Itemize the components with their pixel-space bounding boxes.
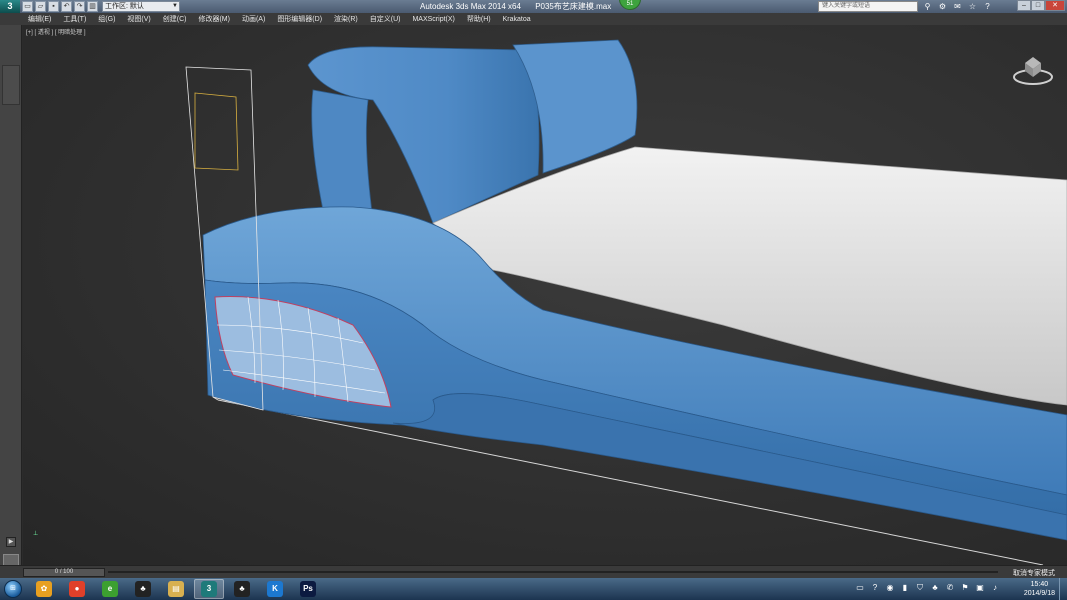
menu-create[interactable]: 创建(C) xyxy=(157,14,193,24)
headboard-side-panel xyxy=(311,89,374,221)
menu-views[interactable]: 视图(V) xyxy=(121,14,156,24)
taskbar-app-button[interactable]: K xyxy=(260,579,290,599)
panel-tab[interactable] xyxy=(2,65,20,105)
project-folder-icon[interactable]: ▥ xyxy=(87,1,98,12)
expert-mode-status[interactable]: 取消专家模式 xyxy=(1013,568,1055,578)
menu-modifiers[interactable]: 修改器(M) xyxy=(192,14,236,24)
wechat-tray-icon[interactable]: ✆ xyxy=(945,582,955,594)
menu-animation[interactable]: 动画(A) xyxy=(236,14,271,24)
monitor-icon[interactable]: ▣ xyxy=(975,582,985,594)
undo-icon[interactable]: ↶ xyxy=(61,1,72,12)
app-title: Autodesk 3ds Max 2014 x64 xyxy=(420,2,521,11)
menu-graph-editors[interactable]: 图形编辑器(D) xyxy=(271,14,328,24)
menu-group[interactable]: 组(G) xyxy=(92,14,121,24)
show-desktop-button[interactable] xyxy=(1059,578,1067,600)
reference-plane-outline xyxy=(194,92,239,171)
viewcube-gizmo[interactable] xyxy=(1011,47,1055,87)
communication-icon[interactable]: ✉ xyxy=(952,1,963,12)
notification-badge[interactable]: 51 xyxy=(619,0,641,10)
taskbar-app-button[interactable]: ✿ xyxy=(29,579,59,599)
maximize-button[interactable]: □ xyxy=(1031,0,1045,11)
play-icon[interactable]: ▶ xyxy=(6,537,16,547)
kugou-icon: K xyxy=(267,581,283,597)
menu-maxscript[interactable]: MAXScript(X) xyxy=(406,16,460,23)
taskbar-app-button[interactable]: ● xyxy=(62,579,92,599)
battery-icon[interactable]: ▮ xyxy=(900,582,910,594)
bed-model-render xyxy=(185,39,1067,565)
flag-icon[interactable]: ⚑ xyxy=(960,582,970,594)
frame-counter[interactable]: 0 / 100 xyxy=(23,568,105,577)
file-name: P035布艺床建模.max xyxy=(535,2,612,11)
ie-icon: e xyxy=(102,581,118,597)
system-clock[interactable]: 15:40 2014/9/18 xyxy=(1024,580,1055,598)
search-input[interactable]: 键入关键字或短语 xyxy=(818,1,918,12)
windows-taskbar: ⊞ ✿ ● e ♣ ▤ 3 ♣ K Ps ▭ ? ◉ ▮ ⛉ ♣ ✆ ⚑ ▣ ♪ 15:40 2… xyxy=(0,578,1067,600)
qq-penguin-icon-2: ♣ xyxy=(234,581,250,597)
taskbar-app-button[interactable]: ♣ xyxy=(128,579,158,599)
taskbar-app-button[interactable]: ♣ xyxy=(227,579,257,599)
app-logo-icon[interactable]: 3 xyxy=(0,0,20,13)
3dsmax-icon: 3 xyxy=(201,581,217,597)
clock-date: 2014/9/18 xyxy=(1023,590,1055,597)
new-file-icon[interactable]: ▭ xyxy=(22,1,33,12)
system-tray: ▭ ? ◉ ▮ ⛉ ♣ ✆ ⚑ ▣ ♪ xyxy=(855,582,1000,594)
axis-tripod-icon: ⊥ xyxy=(33,531,39,537)
window-title: Autodesk 3ds Max 2014 x64 P035布艺床建模.max xyxy=(420,1,611,12)
open-file-icon[interactable]: ▱ xyxy=(35,1,46,12)
clock-time: 15:40 xyxy=(1030,581,1049,588)
menu-krakatoa[interactable]: Krakatoa xyxy=(497,16,537,23)
shield-icon[interactable]: ⛉ xyxy=(915,582,925,594)
menu-tools[interactable]: 工具(T) xyxy=(57,14,92,24)
chevron-down-icon: ▼ xyxy=(172,3,178,9)
taskbar-app-button[interactable]: ▤ xyxy=(161,579,191,599)
redo-icon[interactable]: ↷ xyxy=(74,1,85,12)
workspace-dropdown[interactable]: 工作区: 默认 ▼ xyxy=(102,1,180,12)
explorer-folder-icon: ▤ xyxy=(168,581,184,597)
left-toolbar-strip: ▶ xyxy=(0,25,22,578)
menu-customize[interactable]: 自定义(U) xyxy=(364,14,407,24)
taskbar-app-button[interactable]: e xyxy=(95,579,125,599)
menu-bar: 编辑(E) 工具(T) 组(G) 视图(V) 创建(C) 修改器(M) 动画(A… xyxy=(0,13,1067,25)
taskbar-app-button[interactable]: 3 xyxy=(194,579,224,599)
binoculars-icon[interactable]: ⚲ xyxy=(922,1,933,12)
start-button[interactable]: ⊞ xyxy=(0,578,26,600)
volume-icon[interactable]: ♪ xyxy=(990,582,1000,594)
windows-logo-icon: ⊞ xyxy=(4,580,22,598)
menu-rendering[interactable]: 渲染(R) xyxy=(328,14,364,24)
pinwheel-app-icon: ✿ xyxy=(36,581,52,597)
save-icon[interactable]: ▪ xyxy=(48,1,59,12)
workspace-label: 工作区: 默认 xyxy=(105,3,144,10)
browser-icon: ● xyxy=(69,581,85,597)
qq-tray-icon[interactable]: ♣ xyxy=(930,582,940,594)
taskbar-app-button[interactable]: Ps xyxy=(293,579,323,599)
time-slider[interactable] xyxy=(108,571,998,573)
qq-penguin-icon: ♣ xyxy=(135,581,151,597)
minimize-button[interactable]: – xyxy=(1017,0,1031,11)
favorites-star-icon[interactable]: ☆ xyxy=(967,1,978,12)
perspective-viewport[interactable]: [+] [ 透视 ] [ 明暗处理 ] ⊥ xyxy=(23,25,1067,565)
menu-help[interactable]: 帮助(H) xyxy=(461,14,497,24)
help-icon[interactable]: ? xyxy=(982,1,993,12)
close-button[interactable]: ✕ xyxy=(1045,0,1065,11)
subscription-icon[interactable]: ⚙ xyxy=(937,1,948,12)
photoshop-icon: Ps xyxy=(300,581,316,597)
menu-edit[interactable]: 编辑(E) xyxy=(22,14,57,24)
help-tray-icon[interactable]: ? xyxy=(870,582,880,594)
network-tray-icon[interactable]: ◉ xyxy=(885,582,895,594)
keyboard-icon[interactable]: ▭ xyxy=(855,582,865,594)
timeline-bar: 0 / 100 取消专家模式 xyxy=(0,565,1067,578)
title-bar: 3 ▭ ▱ ▪ ↶ ↷ ▥ 工作区: 默认 ▼ Autodesk 3ds Max… xyxy=(0,0,1067,13)
